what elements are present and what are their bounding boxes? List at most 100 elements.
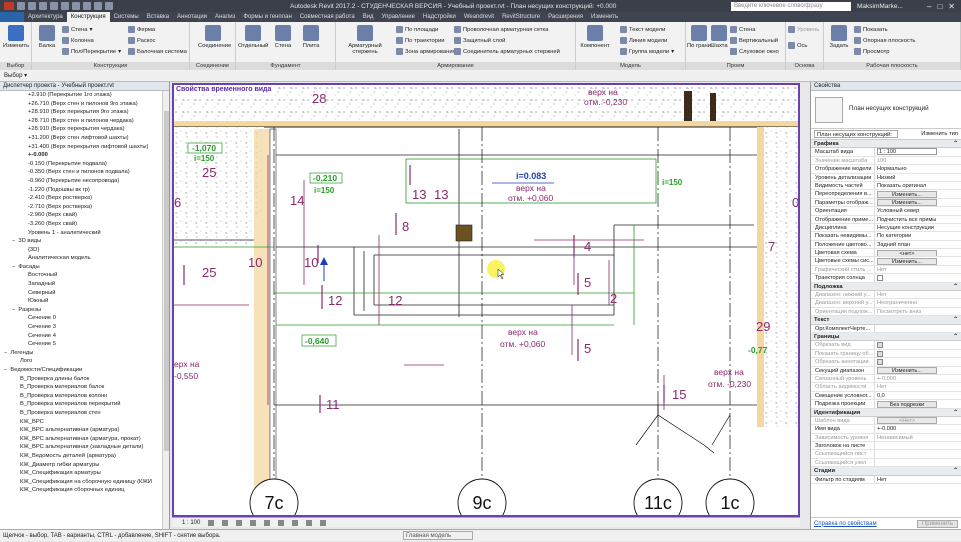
property-value[interactable]: <Нет>	[875, 417, 961, 425]
property-value[interactable]: Нет	[875, 291, 961, 298]
browser-item[interactable]: В_Проверка материалов балок	[0, 383, 169, 392]
property-checkbox[interactable]	[877, 342, 883, 349]
browser-item[interactable]: Уровень 1 - аналитический	[0, 229, 169, 238]
maximize-icon[interactable]: □	[937, 2, 942, 11]
browser-item[interactable]: {3D}	[0, 246, 169, 255]
browser-item[interactable]: Сечение 0	[0, 314, 169, 323]
property-section[interactable]: Стадии ⌃	[811, 467, 961, 476]
reveal-hidden-icon[interactable]	[306, 520, 313, 526]
property-value[interactable]: Подчистить все примы	[875, 216, 961, 223]
browser-item[interactable]: +28.910 (Верх перекрытия чердака)	[0, 125, 169, 134]
property-value[interactable]: Низкий	[875, 174, 961, 181]
note-top4[interactable]: верх на	[714, 367, 744, 377]
browser-item[interactable]: КЖ_Спецификация сборочных единиц	[0, 486, 169, 495]
note-prefix[interactable]: ерх на	[174, 359, 200, 369]
grid-button[interactable]: Ось	[788, 42, 807, 49]
tab-13[interactable]: Расширения	[544, 12, 587, 22]
property-checkbox[interactable]	[877, 350, 883, 357]
shadows-icon[interactable]	[250, 520, 257, 526]
save-icon[interactable]	[28, 2, 36, 10]
property-edit-button[interactable]: <нет>	[877, 249, 937, 257]
browser-item[interactable]: +31.400 (Верх перекрытия лифтовой шахты)	[0, 143, 169, 152]
property-edit-button[interactable]: Изменить...	[877, 199, 937, 207]
property-value[interactable]: 0,0	[875, 392, 961, 399]
property-section[interactable]: Подложка ⌃	[811, 282, 961, 292]
viewer-button[interactable]: Просмотр	[854, 48, 889, 55]
property-value[interactable]	[875, 350, 961, 357]
property-value[interactable]	[875, 358, 961, 366]
browser-scrollbar[interactable]	[162, 91, 169, 529]
crop-view-icon[interactable]	[264, 520, 271, 526]
property-value[interactable]: Без подрезки	[875, 400, 961, 408]
set-workplane-button[interactable]: Задать	[826, 25, 852, 53]
browser-item[interactable]: -2.410 (Верх ростверка)	[0, 194, 169, 203]
browser-item[interactable]: В_Проверка материалов колонн	[0, 392, 169, 401]
mark-5b[interactable]: 5	[584, 341, 591, 356]
browser-item[interactable]: Сечение 5	[0, 340, 169, 349]
property-value[interactable]	[875, 442, 961, 449]
tab-14[interactable]: Изменить	[587, 12, 622, 22]
property-value[interactable]	[875, 341, 961, 349]
tab-3[interactable]: Вставка	[143, 12, 173, 22]
property-section[interactable]: Текст ⌃	[811, 316, 961, 325]
mark-29[interactable]: 29	[756, 319, 770, 334]
slope-i150c[interactable]: i=150	[662, 178, 683, 187]
browser-item[interactable]: -3.260 (Верх свай)	[0, 220, 169, 229]
browser-item[interactable]: КЖ_ВРС альтернативная (закладные детали)	[0, 443, 169, 452]
visual-style-icon[interactable]	[222, 520, 229, 526]
collapse-icon[interactable]: ⌃	[953, 316, 958, 323]
property-value[interactable]: Посмотреть вниз	[875, 308, 961, 315]
mark-5a[interactable]: 5	[584, 275, 591, 290]
mark-11[interactable]: 11	[326, 397, 340, 412]
text-icon[interactable]	[105, 2, 113, 10]
type-selector[interactable]: План несущих конструкций	[811, 91, 961, 129]
collapse-icon[interactable]: ⌃	[953, 140, 958, 147]
truss-button[interactable]: Ферма	[128, 26, 155, 33]
note-top1[interactable]: верх на	[516, 183, 546, 193]
mark-12b[interactable]: 12	[388, 293, 402, 308]
tab-12[interactable]: RevitStructure	[498, 12, 544, 22]
mark-25b[interactable]: 25	[202, 265, 216, 280]
browser-item[interactable]: КЖ_ВРС альтернативная (арматура, прокат)	[0, 435, 169, 444]
browser-item[interactable]: − Ведомости/Спецификации	[0, 366, 169, 375]
active-model-dropdown[interactable]: Главная модель	[403, 531, 473, 540]
browser-item[interactable]: В_Проверка длины балок	[0, 375, 169, 384]
elevation-minus-0210[interactable]: -0,210	[313, 173, 337, 183]
property-value[interactable]: +-0.000	[875, 425, 961, 432]
brace-button[interactable]: Раскос	[128, 37, 156, 44]
slope-i150b[interactable]: i=150	[314, 186, 335, 195]
browser-item[interactable]: -1.220 (Подошвы вк гр)	[0, 186, 169, 195]
property-value[interactable]: Условный север	[875, 207, 961, 214]
mark-28[interactable]: 28	[312, 91, 326, 106]
beam-system-button[interactable]: Балочная система	[128, 48, 187, 55]
property-value[interactable]: Нет	[875, 476, 961, 483]
browser-item[interactable]: -2.960 (Верх свай)	[0, 211, 169, 220]
browser-item[interactable]: Сечение 3	[0, 323, 169, 332]
tab-2[interactable]: Системы	[110, 12, 143, 22]
browser-item[interactable]: Лого	[0, 357, 169, 366]
browser-item[interactable]: +26.710 (Верх стен и пилонов 9го этажа)	[0, 100, 169, 109]
property-value[interactable]	[875, 274, 961, 282]
tab-6[interactable]: Формы и генплан	[239, 12, 295, 22]
user-account[interactable]: MaksimMarke...	[857, 3, 927, 10]
browser-item[interactable]: +-0.000	[0, 151, 169, 160]
property-value[interactable]: Изменить...	[875, 199, 961, 207]
ref-plane-button[interactable]: Опорная плоскость	[854, 37, 915, 44]
mark-25a[interactable]: 25	[202, 165, 216, 180]
vertical-opening-button[interactable]: Вертикальный	[730, 37, 778, 44]
property-edit-button[interactable]: Без подрезки	[877, 400, 937, 408]
tab-5[interactable]: Анализ	[211, 12, 239, 22]
minimize-icon[interactable]: –	[927, 2, 931, 11]
property-section[interactable]: Идентификация ⌃	[811, 408, 961, 417]
view-scale[interactable]: 1 : 100	[182, 518, 200, 527]
fabric-button[interactable]: Проволочная арматурная сетка	[454, 26, 548, 33]
property-checkbox[interactable]	[877, 275, 883, 282]
elevation-minus-1070[interactable]: -1,070	[192, 143, 216, 153]
note-top2[interactable]: верх на	[508, 327, 538, 337]
shaft-button[interactable]: Шахта	[706, 25, 732, 53]
browser-item[interactable]: Аналитическая модель	[0, 254, 169, 263]
note-top3[interactable]: верх на	[588, 87, 618, 97]
note-top1b[interactable]: отм. +0,060	[508, 193, 554, 203]
browser-item[interactable]: -0.960 (Перекрытие несопровода)	[0, 177, 169, 186]
property-value[interactable]: Изменить...	[875, 257, 961, 265]
